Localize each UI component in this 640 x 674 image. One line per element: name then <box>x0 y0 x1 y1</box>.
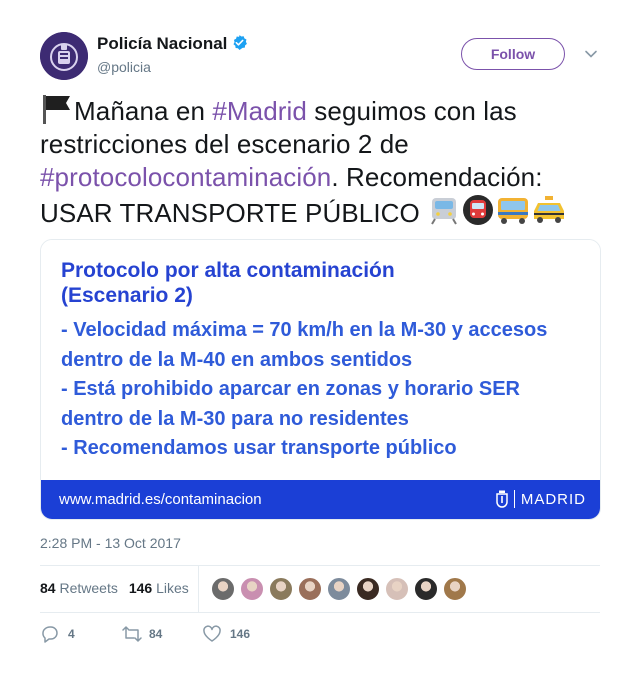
tweet-text: Mañana en #Madrid seguimos con las restr… <box>40 94 605 230</box>
metro-icon <box>463 195 494 225</box>
card-title-line2: (Escenario 2) <box>61 284 193 307</box>
police-badge-icon <box>40 32 88 80</box>
card-line: - Está prohibido aparcar en zonas y hora… <box>61 378 520 400</box>
liker-avatar[interactable] <box>443 577 467 601</box>
author-name-row[interactable]: Policía Nacional <box>97 34 248 54</box>
likes-stat[interactable]: 146 Likes <box>129 580 189 596</box>
liker-avatar[interactable] <box>385 577 409 601</box>
author-handle[interactable]: @policia <box>97 59 151 75</box>
heart-icon <box>203 625 221 642</box>
chevron-down-icon[interactable] <box>584 47 598 61</box>
retweets-count: 84 <box>40 580 56 596</box>
liker-avatar[interactable] <box>211 577 235 601</box>
verified-badge-icon <box>233 35 248 50</box>
tweet-header: Policía Nacional @policia Follow <box>40 30 605 82</box>
hashtag-madrid-link[interactable]: #Madrid <box>212 96 307 126</box>
card-title: Protocolo por alta contaminación (Escena… <box>61 258 395 308</box>
liker-avatar[interactable] <box>240 577 264 601</box>
train-icon <box>431 198 458 225</box>
reply-icon <box>42 626 58 643</box>
reply-count: 4 <box>68 627 75 641</box>
card-line: - Recomendamos usar transporte público <box>61 437 457 459</box>
liker-avatar[interactable] <box>327 577 351 601</box>
card-body: - Velocidad máxima = 70 km/h en la M-30 … <box>61 316 591 464</box>
card-footer: www.madrid.es/contaminacion MADRID <box>41 480 600 519</box>
retweets-stat[interactable]: 84 Retweets <box>40 580 118 596</box>
madrid-brand-text: MADRID <box>520 490 586 508</box>
likes-count: 146 <box>128 580 153 596</box>
card-line: dentro de la M-40 en ambos sentidos <box>61 348 413 371</box>
divider <box>40 565 600 566</box>
tweet-timestamp[interactable]: 2:28 PM - 13 Oct 2017 <box>40 535 181 551</box>
likes-label: Likes <box>156 580 189 596</box>
retweet-count: 84 <box>149 627 163 641</box>
author-name[interactable]: Policía Nacional <box>97 34 227 53</box>
card-content: Protocolo por alta contaminación (Escena… <box>41 240 600 480</box>
card-footer-url: www.madrid.es/contaminacion <box>59 491 262 508</box>
retweet-icon <box>122 626 142 642</box>
follow-button[interactable]: Follow <box>461 38 565 70</box>
tweet-stats: 84 Retweets 146 Likes <box>40 580 189 596</box>
like-count: 146 <box>230 627 251 641</box>
logo-separator <box>513 490 515 508</box>
card-title-line1: Protocolo por alta contaminación <box>61 259 395 282</box>
liker-avatar[interactable] <box>356 577 380 601</box>
taxi-icon <box>534 196 565 223</box>
madrid-logo: MADRID <box>496 490 586 508</box>
divider <box>40 612 600 613</box>
bus-icon <box>498 198 529 224</box>
tweet-text-part1: Mañana en <box>74 96 213 126</box>
retweets-label: Retweets <box>59 580 118 596</box>
stats-divider <box>198 566 199 612</box>
black-flag-icon <box>43 95 70 124</box>
liker-avatar[interactable] <box>269 577 293 601</box>
hashtag-protocolo-link[interactable]: #protocolocontaminación <box>40 162 331 192</box>
liker-avatar[interactable] <box>298 577 322 601</box>
card-line: - Velocidad máxima = 70 km/h en la M-30 … <box>61 319 548 341</box>
liker-avatar[interactable] <box>414 577 438 601</box>
tweet-media-card[interactable]: Protocolo por alta contaminación (Escena… <box>40 239 601 520</box>
card-line: dentro de la M-30 para no residentes <box>61 407 409 430</box>
madrid-crest-icon <box>496 490 508 508</box>
author-avatar[interactable] <box>40 32 88 80</box>
